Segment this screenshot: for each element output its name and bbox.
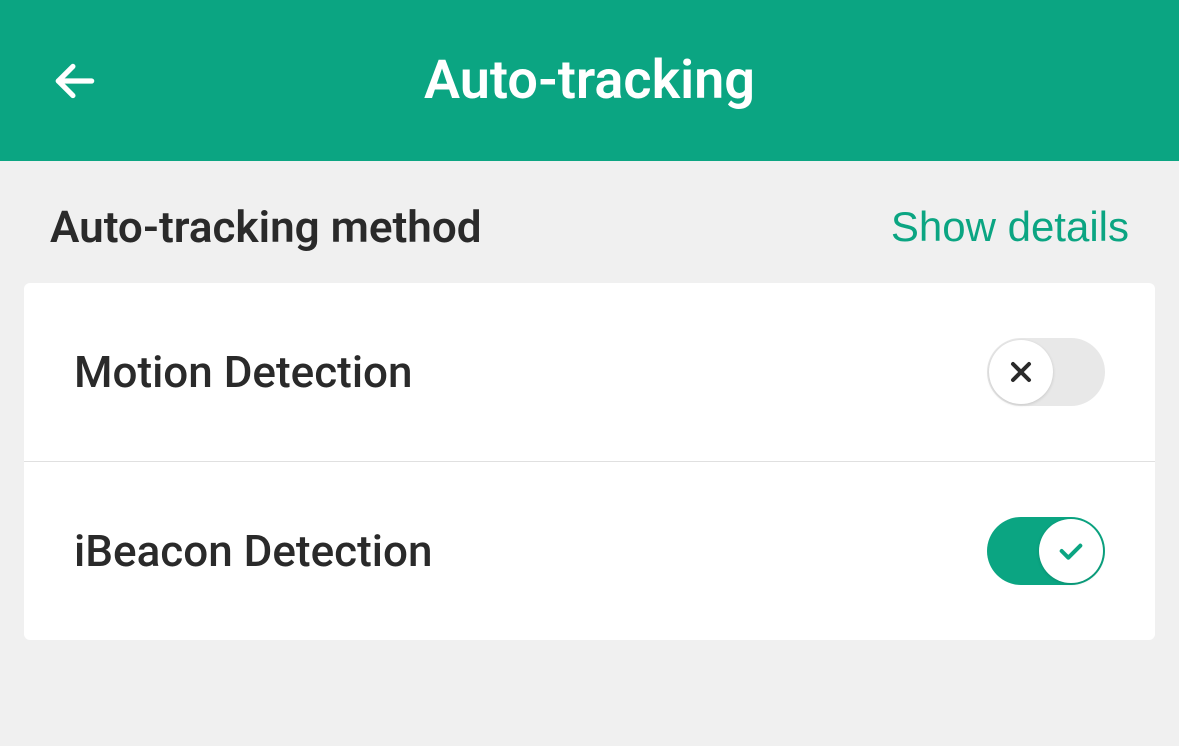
method-label: Motion Detection xyxy=(74,346,413,398)
app-header: Auto-tracking xyxy=(0,0,1179,161)
section-title: Auto-tracking method xyxy=(50,201,482,253)
motion-detection-toggle[interactable] xyxy=(987,338,1105,406)
methods-list: Motion Detection iBeacon Detection xyxy=(24,283,1155,640)
list-item: Motion Detection xyxy=(24,283,1155,462)
toggle-knob xyxy=(989,340,1053,404)
show-details-button[interactable]: Show details xyxy=(891,203,1129,251)
page-title: Auto-tracking xyxy=(424,49,755,112)
ibeacon-detection-toggle[interactable] xyxy=(987,517,1105,585)
back-button[interactable] xyxy=(50,56,100,106)
check-icon xyxy=(1055,535,1087,567)
toggle-knob xyxy=(1039,519,1103,583)
x-icon xyxy=(1005,356,1037,388)
list-item: iBeacon Detection xyxy=(24,462,1155,640)
section-header: Auto-tracking method Show details xyxy=(0,161,1179,283)
back-arrow-icon xyxy=(50,56,100,106)
method-label: iBeacon Detection xyxy=(74,525,432,577)
